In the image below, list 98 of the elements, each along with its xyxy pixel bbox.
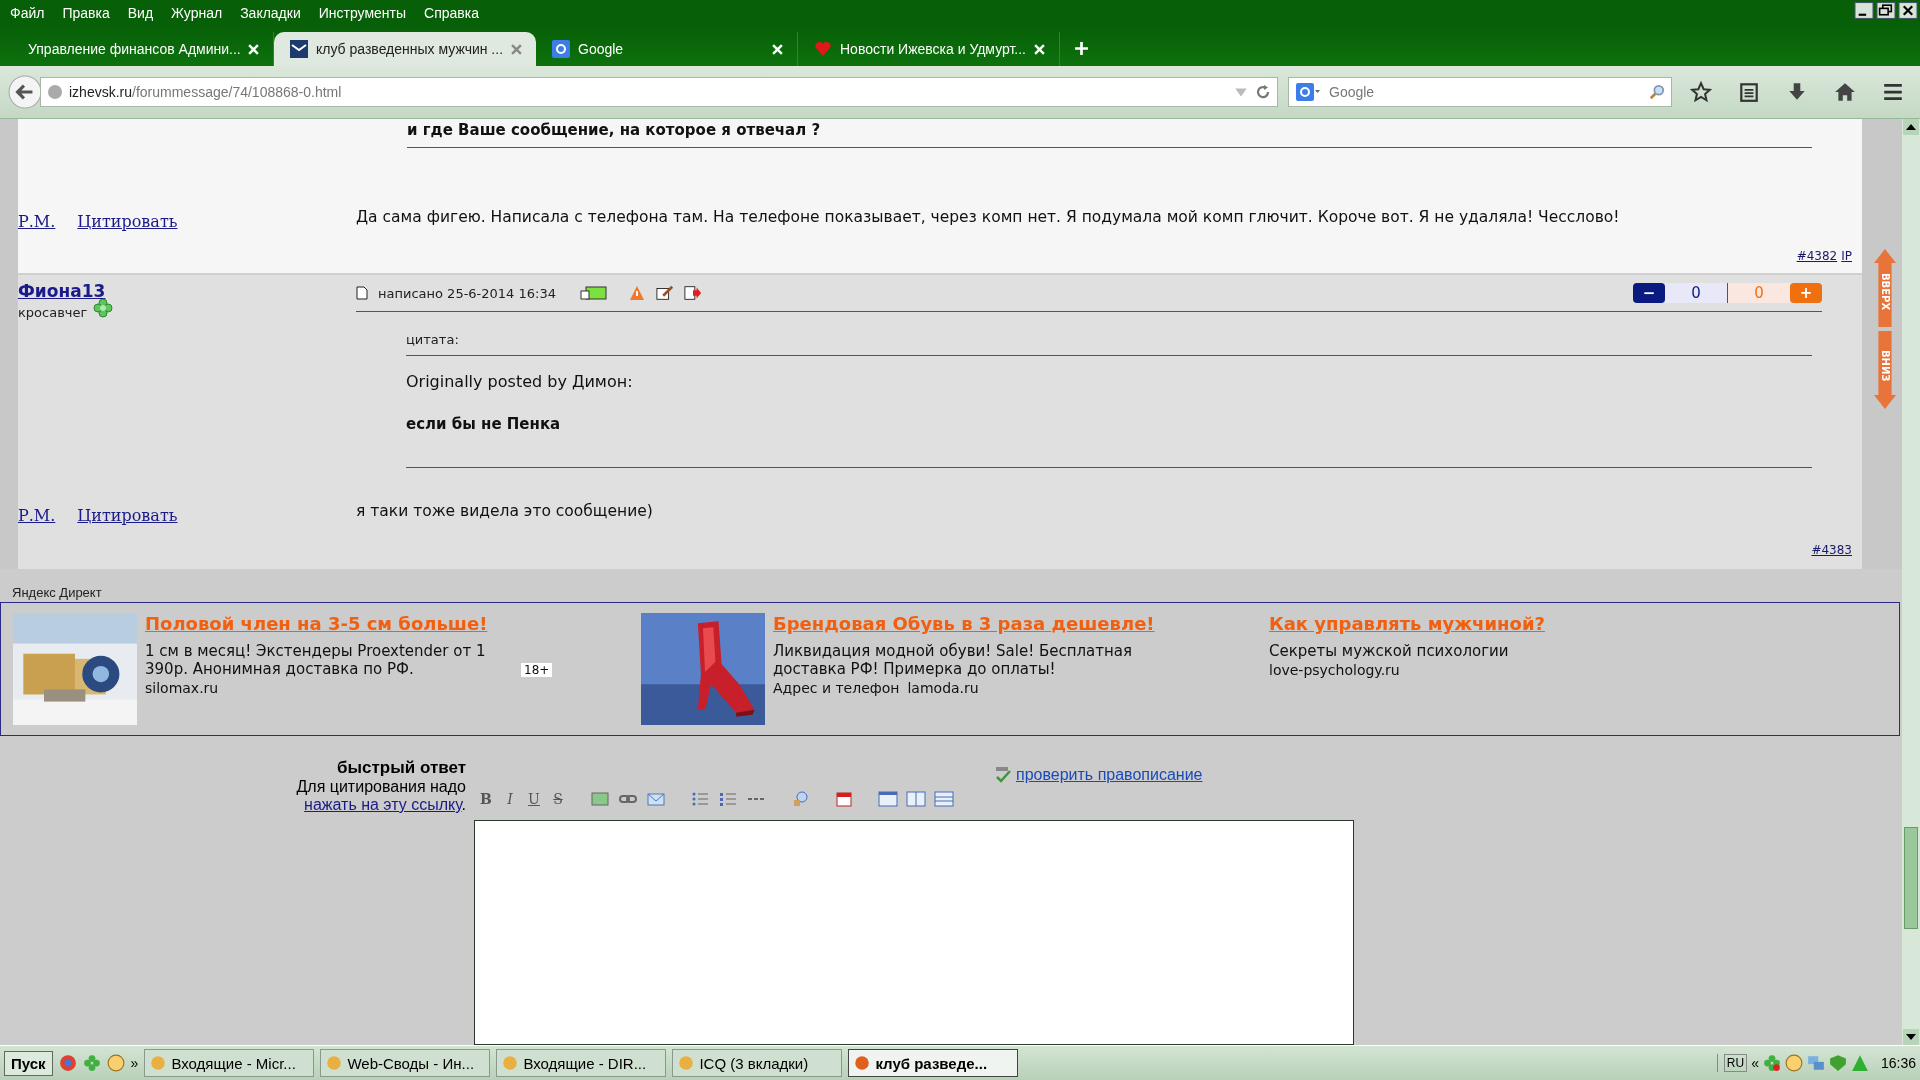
taskbar-button[interactable]: Входящие - DIR... (496, 1049, 667, 1077)
post-number-link[interactable]: #4383 (1811, 543, 1852, 557)
heart-icon (814, 40, 832, 58)
search-field[interactable]: Google (1288, 77, 1672, 107)
star-icon[interactable] (1690, 81, 1712, 103)
post-link[interactable]: Р.М. (18, 212, 56, 231)
menu-item[interactable]: Файл (10, 5, 45, 21)
app-icon (853, 1054, 872, 1072)
scroll-up-icon[interactable] (1902, 119, 1920, 135)
ip-link[interactable]: IP (1841, 249, 1852, 263)
taskbar-button[interactable]: Web-Своды - Ин... (320, 1049, 491, 1077)
format-button[interactable]: S (550, 791, 566, 807)
post-link[interactable]: Цитировать (77, 506, 178, 525)
menu-item[interactable]: Журнал (171, 5, 223, 21)
bullet-list-icon[interactable] (690, 791, 710, 807)
format-button[interactable]: I (502, 791, 518, 807)
layout-icon[interactable] (878, 791, 898, 807)
reply-title: быстрый ответ (337, 758, 466, 778)
menu-icon[interactable] (1882, 81, 1904, 103)
quote-label: цитата: (406, 331, 460, 347)
menu-item[interactable]: Справка (424, 5, 479, 21)
app-icon (149, 1054, 168, 1072)
clock: 16:36 (1880, 1055, 1916, 1071)
document-icon (356, 286, 368, 300)
back-button[interactable] (8, 75, 42, 109)
warning-icon[interactable] (1850, 1054, 1869, 1072)
age-badge: 18+ (521, 663, 553, 677)
shield-icon[interactable] (1828, 1054, 1847, 1072)
quote-text: если бы не Пенка (406, 415, 562, 433)
taskbar-button[interactable]: Входящие - Micr... (144, 1049, 315, 1077)
post-link[interactable]: Цитировать (77, 212, 178, 231)
reload-icon[interactable] (1255, 84, 1271, 100)
ad-text: Секреты мужской психологии (1269, 642, 1509, 660)
network-icon[interactable] (1806, 1054, 1825, 1072)
site-icon (290, 40, 308, 58)
spellcheck-icon[interactable] (994, 767, 1012, 783)
calendar-icon[interactable] (834, 791, 854, 807)
post-text: Да сама фигею. Написала с телефона там. На телефоне показывает, через комп нет. Я подумала мой комп глючит. Короче вот. Я не удаляла! Чесслово! (356, 208, 1620, 226)
home-icon[interactable] (1834, 81, 1856, 103)
flower-icon[interactable] (82, 1054, 101, 1072)
edit-icon[interactable] (656, 285, 674, 301)
positive-count: 0 (1728, 283, 1790, 303)
format-button[interactable]: B (478, 791, 494, 807)
clipboard-icon[interactable] (1738, 81, 1760, 103)
ad-contact-label: Адрес и телефон (773, 680, 900, 696)
post-link[interactable]: Р.М. (18, 506, 56, 525)
ad-text: Ликвидация модной обуви! Sale! Бесплатная доставка РФ! Примерка до оплаты! (773, 642, 1134, 678)
flower-icon[interactable] (1762, 1054, 1781, 1072)
warning-icon[interactable] (628, 285, 646, 301)
two-column-icon[interactable] (906, 791, 926, 807)
app-icon (325, 1054, 344, 1072)
reply-hint: Для цитирования надо (296, 778, 466, 796)
user-rank: кросавчег (18, 305, 88, 320)
quote-text: и где Ваше сообщение, на которое я отвечал ? (407, 121, 822, 139)
format-button[interactable]: U (526, 791, 542, 807)
browser-tab[interactable]: клуб разведенных мужчин ... (274, 32, 536, 66)
menu-item[interactable]: Правка (62, 5, 110, 21)
forward-icon[interactable] (684, 285, 702, 301)
post-date: написано 25-6-2014 16:34 (378, 285, 556, 301)
app-icon (677, 1054, 696, 1072)
post-text: я таки тоже видела это сообщение) (356, 502, 653, 520)
scrollbar[interactable] (1902, 119, 1920, 1045)
quote-link[interactable]: нажать на эту ссылку (304, 796, 462, 813)
message-icon[interactable] (580, 285, 608, 301)
scrollbar-thumb[interactable] (1904, 827, 1918, 929)
ad-label: Яндекс Директ (11, 584, 103, 602)
close-icon[interactable] (1898, 2, 1918, 19)
menu-item[interactable]: Закладки (240, 5, 301, 21)
expand-tray-button[interactable]: « (1751, 1055, 1759, 1071)
vote-down-button[interactable]: − (1633, 283, 1665, 303)
flower-icon (93, 297, 114, 318)
ad-text: 1 см в месяц! Экстендеры Proextender от 1 390р. Анонимная доставка по РФ. (145, 642, 487, 678)
spellcheck-link[interactable]: проверить правописание (1016, 766, 1203, 784)
ad-domain: love-psychology.ru (1269, 662, 1400, 678)
image-icon[interactable] (590, 791, 610, 807)
more-button[interactable]: » (130, 1055, 139, 1071)
author-link[interactable]: Фиона13 (18, 281, 356, 301)
quote-author: Originally posted by Димон: (406, 372, 634, 391)
ad-domain: lamoda.ru (907, 680, 979, 696)
search-icon[interactable] (1649, 84, 1665, 100)
negative-count: 0 (1665, 283, 1728, 303)
minimize-icon[interactable] (1854, 2, 1874, 19)
address-bar[interactable]: izhevsk.ru/forummessage/74/108868-0.html (40, 77, 1278, 107)
restore-icon[interactable] (1876, 2, 1896, 19)
new-tab-icon[interactable] (1074, 41, 1089, 56)
numbered-list-icon[interactable] (718, 791, 738, 807)
app-icon (501, 1054, 520, 1072)
post-number-link[interactable]: #4382 (1796, 249, 1838, 263)
start-button[interactable]: Пуск (4, 1050, 53, 1076)
taskbar-button[interactable]: клуб разведе... (848, 1049, 1019, 1077)
menu-item[interactable]: Вид (127, 5, 154, 21)
ad-domain: silomax.ru (145, 680, 219, 696)
chrome-icon[interactable] (58, 1054, 77, 1072)
taskbar-button[interactable]: ICQ (3 вкладки) (672, 1049, 843, 1077)
menu-item[interactable]: Инструменты (318, 5, 407, 21)
language-indicator[interactable]: RU (1723, 1054, 1748, 1072)
table-icon[interactable] (934, 791, 954, 807)
scroll-down-icon[interactable] (1902, 1029, 1920, 1045)
